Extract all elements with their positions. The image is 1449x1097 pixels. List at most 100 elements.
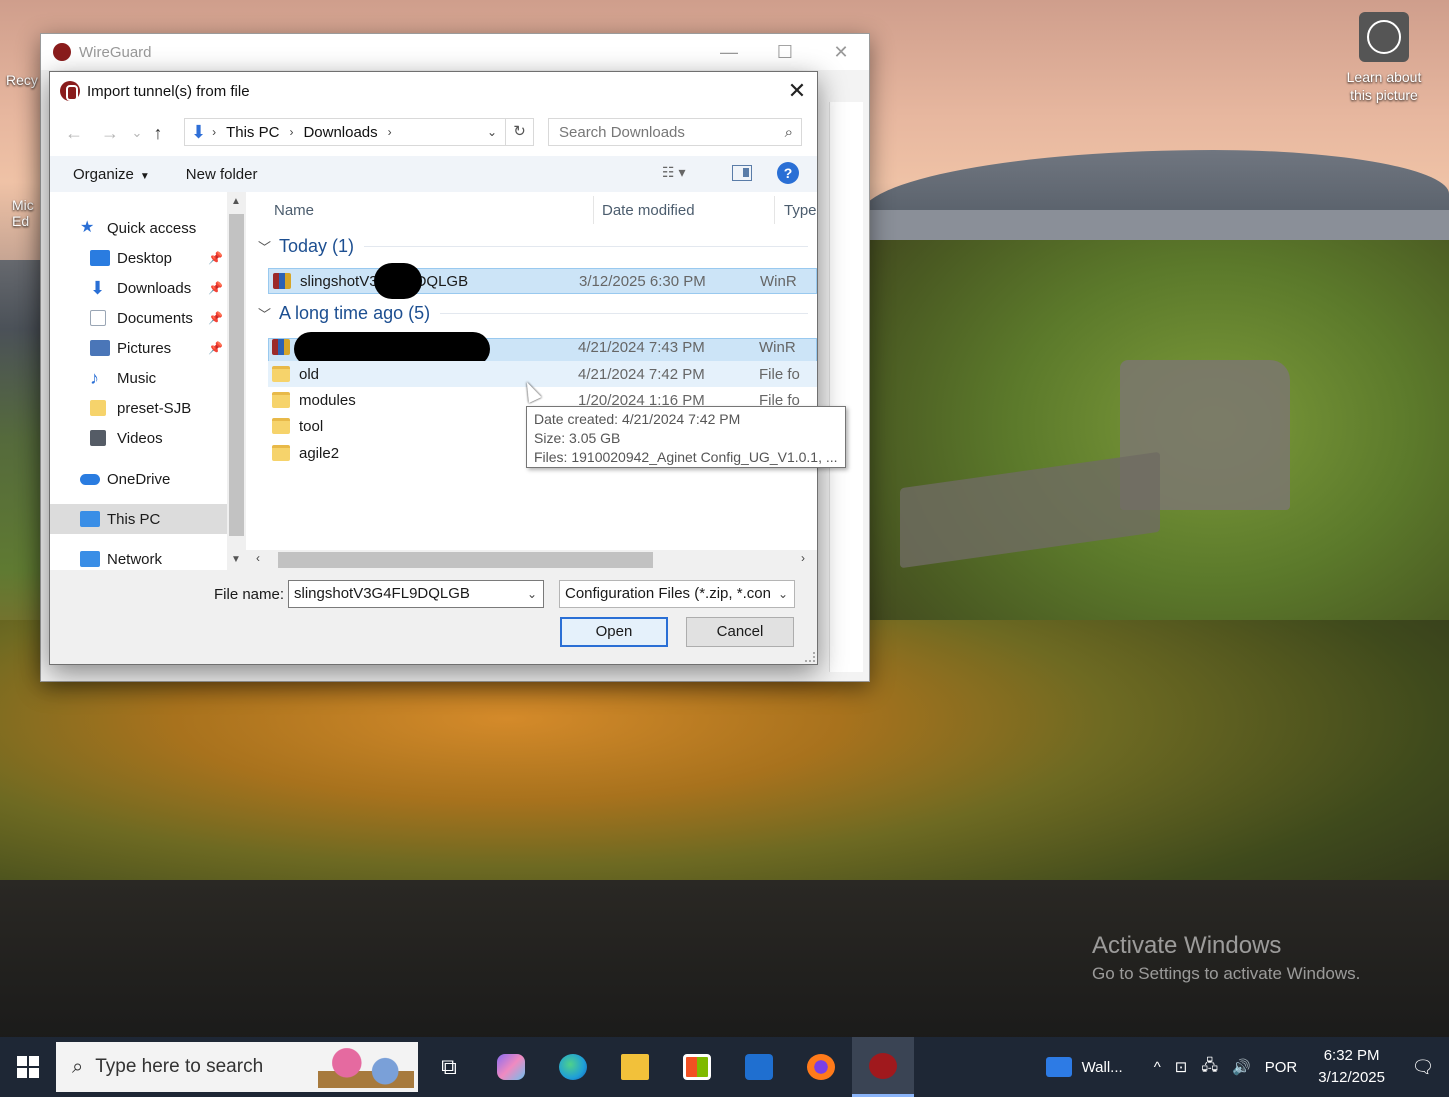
sidebar-item-pictures[interactable]: Pictures 📌	[50, 333, 246, 363]
breadcrumb-downloads[interactable]: Downloads	[303, 124, 377, 141]
edge-icon	[559, 1054, 587, 1080]
file-name-value[interactable]: slingshotV3G4FL9DQLGB	[294, 585, 470, 602]
watermark-subtitle: Go to Settings to activate Windows.	[1092, 964, 1361, 983]
navigation-pane: ★ Quick access Desktop 📌 ⬇ Downloads 📌 D…	[50, 192, 246, 570]
system-tray: Wall... ^ ⊡ 🖧 🔊 POR 6:32 PM 3/12/2025 🗨	[1045, 1037, 1449, 1097]
copilot-button[interactable]	[480, 1037, 542, 1097]
file-name-field[interactable]: slingshotV3G4FL9DQLGB ⌄	[288, 580, 544, 608]
folder-icon	[272, 392, 290, 408]
edge-desktop-label[interactable]: Mic Ed	[12, 197, 34, 229]
volume-icon[interactable]: 🔊	[1232, 1058, 1251, 1076]
taskbar-search[interactable]: ⌕ Type here to search	[56, 1042, 418, 1092]
sidebar-item-label: Pictures	[117, 339, 172, 357]
sidebar-item-videos[interactable]: Videos	[50, 423, 246, 453]
sidebar-item-quick-access[interactable]: ★ Quick access	[50, 213, 246, 243]
dialog-close-button[interactable]: ✕	[777, 78, 817, 104]
dialog-titlebar[interactable]: Import tunnel(s) from file ✕	[50, 72, 817, 110]
edge-button[interactable]	[542, 1037, 604, 1097]
forward-button[interactable]: →	[92, 123, 128, 144]
sidebar-item-this-pc[interactable]: This PC	[50, 504, 246, 534]
file-name: slingshotV3 DQLGB	[300, 273, 600, 290]
maximize-button[interactable]: ☐	[757, 42, 813, 63]
search-box[interactable]: Search Downloads ⌕	[548, 118, 802, 146]
sidebar-item-label: Quick access	[107, 219, 197, 237]
sidebar-item-label: OneDrive	[107, 470, 171, 488]
learn-about-picture[interactable]: Learn about this picture	[1340, 12, 1428, 104]
documents-icon	[90, 310, 106, 326]
view-options-icon[interactable]: ☷ ▾	[662, 164, 685, 181]
copilot-icon	[497, 1054, 525, 1080]
file-name-tail: DQLGB	[415, 272, 469, 290]
sidebar-item-preset-sjb[interactable]: preset-SJB	[50, 393, 246, 423]
recycle-bin-label[interactable]: Recy	[6, 72, 38, 88]
show-hidden-icons-button[interactable]: ^	[1154, 1059, 1161, 1076]
open-button[interactable]: Open	[560, 617, 668, 647]
wallpaper-loch	[860, 210, 1449, 270]
notifications-icon[interactable]: 🗨	[1403, 1057, 1443, 1078]
meet-now-icon[interactable]: ⊡	[1175, 1058, 1188, 1076]
input-language[interactable]: POR	[1265, 1059, 1298, 1076]
resize-grip-icon[interactable]	[805, 652, 815, 662]
scroll-down-icon[interactable]: ▼	[231, 554, 241, 565]
chevron-down-icon: ⌄	[774, 581, 788, 607]
taskbar-search-input[interactable]: Type here to search	[95, 1056, 263, 1078]
scroll-up-icon[interactable]: ▲	[231, 196, 241, 207]
table-row[interactable]: slingshotV3 DQLGB 3/12/2025 6:30 PM WinR	[268, 268, 817, 294]
file-name: old	[299, 365, 320, 383]
firefox-button[interactable]	[790, 1037, 852, 1097]
sidebar-item-music[interactable]: ♪ Music	[50, 363, 246, 393]
sidebar-item-network[interactable]: Network	[50, 544, 246, 570]
network-status-icon[interactable]: 🖧	[1201, 1055, 1218, 1080]
file-explorer-button[interactable]	[604, 1037, 666, 1097]
sidebar-item-desktop[interactable]: Desktop 📌	[50, 243, 246, 273]
address-bar[interactable]: ⬇ › This PC › Downloads › ⌄ ↻	[184, 118, 534, 146]
widget-button[interactable]: Wall...	[1045, 1057, 1123, 1077]
file-name-label: File name:	[214, 586, 285, 603]
start-button[interactable]	[0, 1037, 56, 1097]
task-view-button[interactable]: ⧉	[418, 1037, 480, 1097]
windows-logo-icon	[17, 1056, 39, 1078]
folder-tooltip: Date created: 4/21/2024 7:42 PM Size: 3.…	[526, 406, 846, 468]
store-button[interactable]	[666, 1037, 728, 1097]
horizontal-scrollbar[interactable]: ‹ ›	[246, 550, 817, 570]
edge-desktop-label-1: Mic	[12, 197, 34, 213]
scroll-right-icon[interactable]: ›	[801, 551, 805, 565]
dialog-title: Import tunnel(s) from file	[87, 82, 250, 100]
file-type-filter[interactable]: Configuration Files (*.zip, *.con ⌄	[559, 580, 795, 608]
outlook-button[interactable]	[728, 1037, 790, 1097]
task-view-icon: ⧉	[441, 1054, 457, 1079]
address-dropdown-icon[interactable]: ⌄	[479, 125, 505, 139]
breadcrumb-separator[interactable]: ›	[289, 125, 293, 139]
refresh-icon[interactable]: ↻	[505, 119, 533, 145]
table-row[interactable]: old 4/21/2024 7:42 PM File fo	[268, 361, 817, 387]
scroll-left-icon[interactable]: ‹	[256, 551, 260, 565]
navigation-scrollbar[interactable]: ▲ ▼	[227, 192, 246, 570]
clock[interactable]: 6:32 PM 3/12/2025	[1318, 1045, 1385, 1089]
sidebar-item-downloads[interactable]: ⬇ Downloads 📌	[50, 273, 246, 303]
up-button[interactable]: ↑	[146, 123, 170, 144]
scrollbar-thumb[interactable]	[278, 552, 653, 568]
back-button[interactable]: ←	[56, 123, 92, 144]
wireguard-taskbar-button[interactable]	[852, 1037, 914, 1097]
caret-down-icon: ▼	[139, 170, 150, 182]
minimize-button[interactable]: —	[701, 42, 757, 63]
chevron-down-icon[interactable]: ⌄	[527, 581, 537, 607]
wireguard-titlebar[interactable]: WireGuard — ☐ ✕	[41, 34, 869, 70]
organize-button[interactable]: Organize ▼	[73, 166, 150, 183]
breadcrumb-this-pc[interactable]: This PC	[226, 124, 279, 141]
scrollbar-thumb[interactable]	[229, 214, 244, 536]
wireguard-content-edge	[829, 102, 863, 672]
redaction-mark	[374, 263, 422, 299]
breadcrumb-separator[interactable]: ›	[212, 125, 216, 139]
close-button[interactable]: ✕	[813, 42, 869, 63]
breadcrumb-separator[interactable]: ›	[388, 125, 392, 139]
search-highlight-illustration	[318, 1046, 414, 1088]
search-input[interactable]: Search Downloads	[559, 124, 685, 141]
new-folder-button[interactable]: New folder	[186, 166, 258, 183]
preview-pane-icon[interactable]	[732, 165, 752, 181]
sidebar-item-documents[interactable]: Documents 📌	[50, 303, 246, 333]
recent-locations-button[interactable]: ⌄	[128, 125, 146, 141]
help-icon[interactable]: ?	[777, 162, 799, 184]
sidebar-item-onedrive[interactable]: OneDrive	[50, 464, 246, 494]
cancel-button[interactable]: Cancel	[686, 617, 794, 647]
